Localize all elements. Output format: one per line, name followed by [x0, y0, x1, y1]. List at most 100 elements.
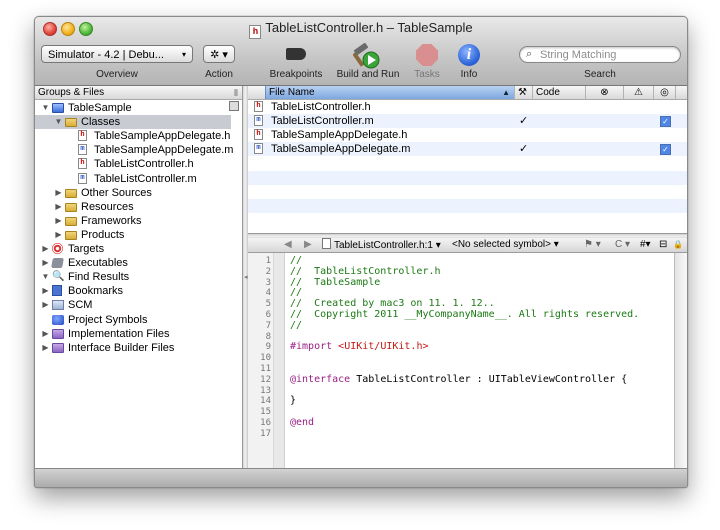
editor-navigation-bar: ◀ ▶ TableListController.h:1 ▾ <No select…: [248, 238, 687, 253]
sidebar-item[interactable]: ▶ Interface Builder Files: [35, 341, 231, 355]
editor-vertical-scrollbar[interactable]: [674, 253, 687, 468]
sidebar-item-label: TableListController.m: [94, 172, 197, 185]
sidebar-item[interactable]: ▶ Bookmarks: [35, 284, 231, 298]
sidebar-item[interactable]: h TableSampleAppDelegate.h: [35, 129, 231, 143]
search-label: Search: [584, 69, 616, 80]
sidebar-item[interactable]: Project Symbols: [35, 313, 231, 327]
code-folding-ribbon[interactable]: [273, 253, 284, 468]
sidebar-item[interactable]: ▶ Frameworks: [35, 214, 231, 228]
code-editor[interactable]: 1 2 3 4 5 6 7 8 9 10 11 12 13 14 15 16 17 //// TableList…: [248, 253, 674, 468]
xcode-window: h TableListController.h – TableSample Sim…: [34, 16, 688, 488]
disclosure-collapsed-icon[interactable]: ▶: [54, 228, 63, 242]
breakpoints-label[interactable]: Breakpoints: [266, 69, 326, 80]
file-list-row[interactable]: m TableListController.m ✓ ✓: [248, 114, 687, 129]
includes-popup[interactable]: #▾: [640, 238, 651, 252]
build-and-run-icon[interactable]: [353, 43, 381, 69]
sidebar-item[interactable]: ▶ SCM: [35, 298, 231, 312]
build-checkmark-icon[interactable]: ✓: [519, 142, 528, 156]
column-header-icon[interactable]: [248, 86, 265, 99]
sidebar-item[interactable]: ▶ Resources: [35, 200, 231, 214]
disclosure-collapsed-icon[interactable]: ▶: [41, 256, 50, 270]
code-token: @interface: [290, 373, 351, 385]
smart-group-icon: [52, 328, 64, 339]
line-number: 16: [260, 418, 271, 428]
build-and-run-label[interactable]: Build and Run: [333, 69, 403, 80]
column-header-build[interactable]: ⚒: [514, 86, 532, 99]
sidebar-item[interactable]: h TableListController.h: [35, 157, 231, 171]
disclosure-collapsed-icon[interactable]: ▶: [41, 298, 50, 312]
overview-popup[interactable]: Simulator - 4.2 | Debu... ▾: [41, 45, 193, 63]
target-membership-checkbox[interactable]: ✓: [660, 144, 671, 156]
sidebar-item[interactable]: ▶ Targets: [35, 242, 231, 256]
info-label[interactable]: Info: [453, 69, 485, 80]
line-number: 12: [260, 374, 271, 385]
file-name-cell: TableSampleAppDelegate.h: [271, 129, 408, 142]
target-membership-checkbox[interactable]: ✓: [660, 116, 671, 128]
file-history-popup[interactable]: TableListController.h:1 ▾: [322, 238, 441, 253]
sidebar-item-label: Executables: [68, 257, 128, 270]
disclosure-collapsed-icon[interactable]: ▶: [41, 327, 50, 341]
window-title: h TableListController.h – TableSample: [35, 20, 687, 39]
column-header-warnings[interactable]: ⚠: [623, 86, 653, 99]
symbol-popup[interactable]: <No selected symbol> ▾: [452, 238, 559, 252]
counterparts-popup[interactable]: C ▾: [615, 238, 630, 252]
file-list-empty-row: [248, 198, 687, 213]
disclosure-expanded-icon[interactable]: ▼: [41, 270, 50, 284]
build-checkmark-icon[interactable]: ✓: [519, 114, 528, 128]
code-line[interactable]: }: [290, 395, 296, 407]
code-line[interactable]: // Copyright 2011 __MyCompanyName__. All…: [290, 309, 639, 321]
sidebar-item[interactable]: ▼ 🔍 Find Results: [35, 270, 231, 284]
sidebar-item[interactable]: ▶ Implementation Files: [35, 327, 231, 341]
column-header-code[interactable]: Code: [532, 86, 585, 99]
sidebar-item[interactable]: ▶ Other Sources: [35, 186, 231, 200]
sidebar-item[interactable]: m TableListController.m: [35, 172, 231, 186]
hammer-icon: ⚒: [518, 87, 527, 98]
search-input[interactable]: [540, 48, 674, 61]
status-bar: [35, 468, 687, 487]
disclosure-collapsed-icon[interactable]: ▶: [41, 341, 50, 355]
header-file-icon: [322, 238, 331, 249]
folder-icon: [65, 216, 77, 226]
action-popup[interactable]: ✲ ▾: [203, 45, 235, 63]
search-field[interactable]: ⌕: [519, 46, 681, 63]
lock-icon[interactable]: 🔒: [673, 238, 683, 252]
breakpoints-icon[interactable]: [286, 48, 306, 60]
code-token: //: [290, 255, 303, 266]
code-line[interactable]: @end: [290, 417, 315, 429]
sidebar-item[interactable]: ▼ Classes: [35, 115, 231, 130]
disclosure-expanded-icon[interactable]: ▼: [54, 115, 63, 129]
file-list-row[interactable]: h TableSampleAppDelegate.h: [248, 128, 687, 142]
column-resize-icon[interactable]: ⦀: [234, 87, 238, 100]
code-line[interactable]: //: [290, 320, 302, 332]
column-header-errors[interactable]: ⊗: [585, 86, 623, 99]
disclosure-expanded-icon[interactable]: ▼: [41, 101, 50, 115]
error-icon: ⊗: [600, 87, 609, 98]
back-arrow-icon[interactable]: ◀: [284, 238, 292, 252]
sidebar-item[interactable]: ▶ Executables: [35, 256, 231, 270]
disclosure-collapsed-icon[interactable]: ▶: [41, 242, 50, 256]
sidebar-item[interactable]: ▼ TableSample: [35, 101, 231, 115]
disclosure-collapsed-icon[interactable]: ▶: [41, 284, 50, 298]
split-editor-icon[interactable]: ⊟: [659, 238, 667, 252]
column-header-target[interactable]: ◎: [653, 86, 675, 99]
code-line[interactable]: @interface TableListController : UITable…: [290, 373, 628, 386]
code-line[interactable]: #import <UIKit/UIKit.h>: [290, 341, 428, 353]
sidebar-item[interactable]: ▶ Products: [35, 228, 231, 242]
disclosure-collapsed-icon[interactable]: ▶: [54, 200, 63, 214]
sort-ascending-icon: ▲: [502, 88, 510, 97]
code-token: TableListController : UITableViewControl…: [350, 373, 628, 385]
code-line[interactable]: // TableSample: [290, 277, 380, 289]
file-list-row[interactable]: m TableSampleAppDelegate.m ✓ ✓: [248, 142, 687, 157]
info-icon[interactable]: i: [458, 44, 480, 66]
code-token: @end: [290, 417, 315, 428]
line-number: 10: [260, 353, 271, 364]
file-list-row[interactable]: h TableListController.h: [248, 100, 687, 114]
disclosure-collapsed-icon[interactable]: ▶: [54, 214, 63, 228]
implementation-file-icon: m: [254, 143, 263, 155]
column-header-file-name[interactable]: File Name ▲: [265, 86, 514, 99]
disclosure-collapsed-icon[interactable]: ▶: [54, 186, 63, 200]
bookmarks-popup[interactable]: ⚑ ▾: [584, 238, 601, 252]
forward-arrow-icon[interactable]: ▶: [304, 238, 312, 252]
sidebar-item[interactable]: m TableSampleAppDelegate.m: [35, 143, 233, 157]
file-list-table: File Name ▲ ⚒ Code ⊗ ⚠ ◎ h TableListContr…: [248, 86, 687, 233]
